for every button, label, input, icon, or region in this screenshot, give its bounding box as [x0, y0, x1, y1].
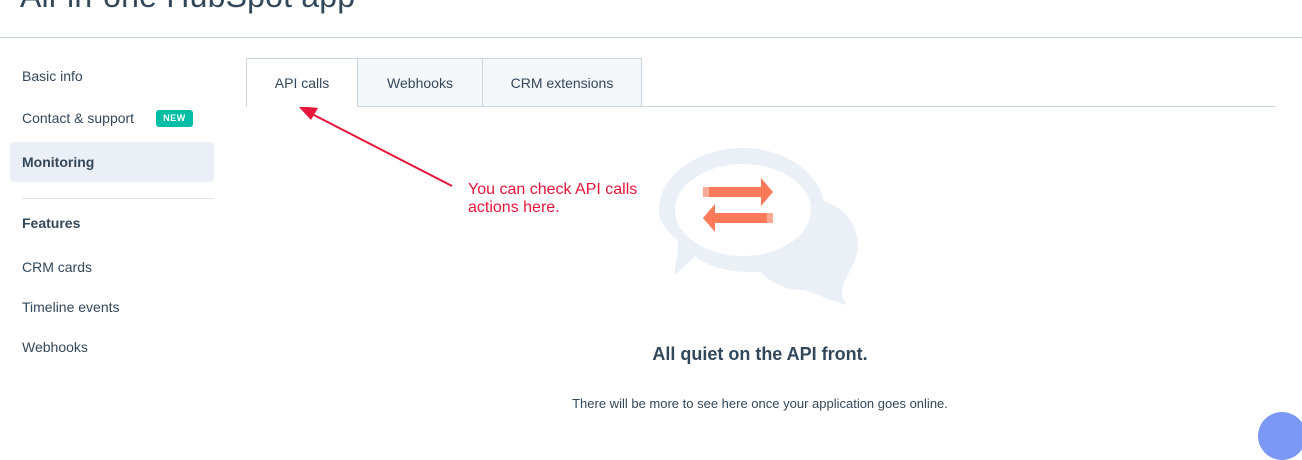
help-chat-button[interactable]: [1258, 412, 1302, 460]
tab-label: API calls: [274, 74, 330, 91]
annotation-arrow-icon: [298, 106, 453, 187]
annotation-text: You can check API calls actions here.: [468, 181, 638, 216]
tab-api-calls[interactable]: API calls: [246, 58, 358, 107]
